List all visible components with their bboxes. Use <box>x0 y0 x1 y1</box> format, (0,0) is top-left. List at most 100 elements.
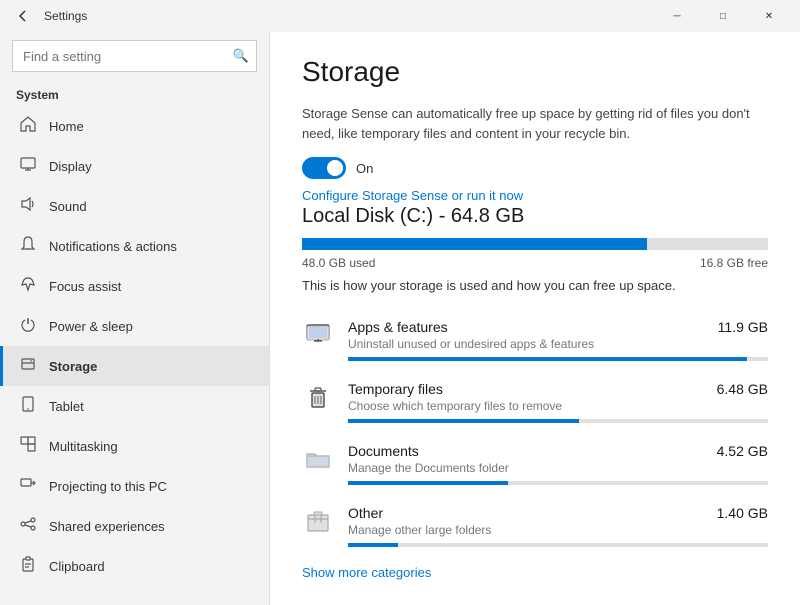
storage-item-name-apps: Apps & features <box>348 319 448 335</box>
sidebar-item-label-tablet: Tablet <box>49 399 84 414</box>
maximize-button[interactable]: □ <box>700 0 746 32</box>
notifications-icon <box>19 236 37 256</box>
show-more-link[interactable]: Show more categories <box>302 565 768 580</box>
disk-title: Local Disk (C:) - 64.8 GB <box>302 205 768 228</box>
storage-item-body-docs: Documents 4.52 GB Manage the Documents f… <box>348 443 768 485</box>
storage-item-bar-fill-docs <box>348 481 508 485</box>
sidebar-item-home[interactable]: Home <box>0 106 269 146</box>
home-icon <box>19 116 37 136</box>
sidebar-item-focus[interactable]: Focus assist <box>0 266 269 306</box>
storage-item-size-apps: 11.9 GB <box>718 319 768 335</box>
storage-item-apps[interactable]: Apps & features 11.9 GB Uninstall unused… <box>302 309 768 371</box>
storage-item-docs[interactable]: Documents 4.52 GB Manage the Documents f… <box>302 433 768 495</box>
sidebar-item-label-clipboard: Clipboard <box>49 559 105 574</box>
shared-icon <box>19 516 37 536</box>
sidebar-item-notifications[interactable]: Notifications & actions <box>0 226 269 266</box>
storage-bar-track <box>302 238 768 250</box>
sidebar-item-shared[interactable]: Shared experiences <box>0 506 269 546</box>
display-icon <box>19 156 37 176</box>
sidebar-item-display[interactable]: Display <box>0 146 269 186</box>
storage-item-bar-other <box>348 543 768 547</box>
search-input[interactable] <box>12 40 257 72</box>
storage-sense-toggle[interactable] <box>302 157 346 179</box>
sidebar-item-label-notifications: Notifications & actions <box>49 239 177 254</box>
storage-item-name-docs: Documents <box>348 443 419 459</box>
sidebar-item-label-storage: Storage <box>49 359 97 374</box>
sidebar-item-label-display: Display <box>49 159 92 174</box>
sidebar-item-multitasking[interactable]: Multitasking <box>0 426 269 466</box>
power-icon <box>19 316 37 336</box>
storage-item-size-other: 1.40 GB <box>717 505 768 521</box>
storage-item-other[interactable]: Other 1.40 GB Manage other large folders <box>302 495 768 557</box>
storage-item-row-other: Other 1.40 GB <box>348 505 768 521</box>
storage-icon <box>19 356 37 376</box>
storage-item-bar-temp <box>348 419 768 423</box>
main-content: Storage Storage Sense can automatically … <box>270 32 800 605</box>
storage-item-subtext-temp: Choose which temporary files to remove <box>348 399 768 413</box>
back-button[interactable] <box>8 2 36 30</box>
storage-item-subtext-other: Manage other large folders <box>348 523 768 537</box>
storage-item-size-temp: 6.48 GB <box>717 381 768 397</box>
storage-item-name-temp: Temporary files <box>348 381 443 397</box>
toggle-label: On <box>356 161 373 176</box>
title-bar: Settings ─ □ ✕ <box>0 0 800 32</box>
storage-item-bar-fill-temp <box>348 419 579 423</box>
temp-icon <box>302 381 334 413</box>
app-body: 🔍 System Home Display Sound Notification… <box>0 32 800 605</box>
close-button[interactable]: ✕ <box>746 0 792 32</box>
storage-item-body-temp: Temporary files 6.48 GB Choose which tem… <box>348 381 768 423</box>
storage-items-container: Apps & features 11.9 GB Uninstall unused… <box>302 309 768 557</box>
sidebar-item-label-power: Power & sleep <box>49 319 133 334</box>
storage-item-bar-docs <box>348 481 768 485</box>
search-icon: 🔍 <box>233 48 249 64</box>
multitasking-icon <box>19 436 37 456</box>
minimize-button[interactable]: ─ <box>654 0 700 32</box>
storage-labels: 48.0 GB used 16.8 GB free <box>302 256 768 270</box>
storage-bar-fill <box>302 238 647 250</box>
sidebar-item-label-home: Home <box>49 119 84 134</box>
storage-item-body-apps: Apps & features 11.9 GB Uninstall unused… <box>348 319 768 361</box>
sidebar-item-label-sound: Sound <box>49 199 87 214</box>
free-label: 16.8 GB free <box>700 256 768 270</box>
sidebar-item-label-projecting: Projecting to this PC <box>49 479 167 494</box>
sidebar-item-label-focus: Focus assist <box>49 279 121 294</box>
docs-icon <box>302 443 334 475</box>
projecting-icon <box>19 476 37 496</box>
storage-sense-description: Storage Sense can automatically free up … <box>302 104 768 143</box>
tablet-icon <box>19 396 37 416</box>
sidebar-item-projecting[interactable]: Projecting to this PC <box>0 466 269 506</box>
storage-item-row-apps: Apps & features 11.9 GB <box>348 319 768 335</box>
storage-item-name-other: Other <box>348 505 383 521</box>
page-title: Storage <box>302 56 768 88</box>
storage-bar-container <box>302 238 768 250</box>
storage-item-subtext-docs: Manage the Documents folder <box>348 461 768 475</box>
sidebar-item-label-shared: Shared experiences <box>49 519 165 534</box>
sidebar-item-storage[interactable]: Storage <box>0 346 269 386</box>
window-title: Settings <box>44 9 87 23</box>
other-icon <box>302 505 334 537</box>
sound-icon <box>19 196 37 216</box>
storage-description: This is how your storage is used and how… <box>302 278 768 293</box>
sidebar-item-label-multitasking: Multitasking <box>49 439 118 454</box>
focus-icon <box>19 276 37 296</box>
storage-item-temp[interactable]: Temporary files 6.48 GB Choose which tem… <box>302 371 768 433</box>
storage-item-bar-apps <box>348 357 768 361</box>
sidebar-item-tablet[interactable]: Tablet <box>0 386 269 426</box>
storage-item-size-docs: 4.52 GB <box>717 443 768 459</box>
storage-item-bar-fill-apps <box>348 357 747 361</box>
sidebar-item-sound[interactable]: Sound <box>0 186 269 226</box>
sidebar-item-power[interactable]: Power & sleep <box>0 306 269 346</box>
storage-item-row-docs: Documents 4.52 GB <box>348 443 768 459</box>
sidebar: 🔍 System Home Display Sound Notification… <box>0 32 270 605</box>
window-controls: ─ □ ✕ <box>654 0 792 32</box>
used-label: 48.0 GB used <box>302 256 375 270</box>
sidebar-item-clipboard[interactable]: Clipboard <box>0 546 269 586</box>
search-container: 🔍 <box>12 40 257 72</box>
configure-link[interactable]: Configure Storage Sense or run it now <box>302 188 523 203</box>
sidebar-items-container: Home Display Sound Notifications & actio… <box>0 106 269 586</box>
storage-item-bar-fill-other <box>348 543 398 547</box>
apps-icon <box>302 319 334 351</box>
sidebar-section-label: System <box>0 80 269 106</box>
toggle-row: On <box>302 157 768 179</box>
storage-item-row-temp: Temporary files 6.48 GB <box>348 381 768 397</box>
